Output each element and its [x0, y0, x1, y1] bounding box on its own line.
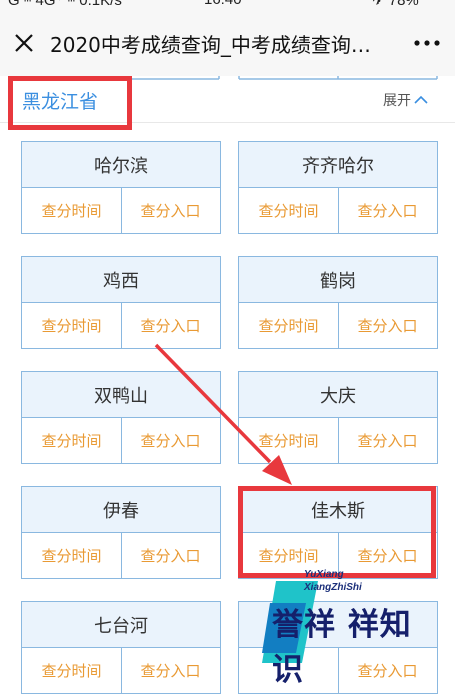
- city-card: 七台河 查分时间 查分入口: [21, 601, 221, 694]
- page-title: 2020中考成绩查询_中考成绩查询…: [50, 33, 371, 57]
- city-name: 七台河: [22, 602, 220, 648]
- score-entry-link[interactable]: 查分入口: [121, 418, 220, 463]
- score-time-link[interactable]: 查分时间: [239, 303, 339, 348]
- score-time-link[interactable]: 查分时间: [22, 303, 122, 348]
- city-name: 哈尔滨: [22, 142, 220, 188]
- score-entry-link[interactable]: 查分入口: [121, 188, 220, 233]
- city-card: 大庆 查分时间 查分入口: [238, 371, 438, 464]
- expand-label: 展开: [383, 93, 411, 109]
- city-name: 鹤岗: [239, 257, 437, 303]
- watermark-line2: XiangZhiShi: [304, 582, 362, 593]
- score-time-link[interactable]: 查分时间: [22, 188, 122, 233]
- city-name: 鸡西: [22, 257, 220, 303]
- score-entry-link[interactable]: 查分入口: [338, 188, 437, 233]
- watermark-text: 誉祥 祥知识: [272, 607, 412, 688]
- score-time-link[interactable]: 查分时间: [22, 533, 122, 578]
- battery-status: ✈ 78%: [372, 0, 419, 9]
- close-icon[interactable]: [12, 31, 36, 55]
- score-entry-link[interactable]: 查分入口: [121, 303, 220, 348]
- score-time-link[interactable]: 查分时间: [239, 418, 339, 463]
- watermark-line1: YuXiang: [304, 569, 344, 580]
- city-card: 伊春 查分时间 查分入口: [21, 486, 221, 579]
- city-name: 佳木斯: [239, 487, 437, 533]
- chevron-up-icon: [414, 95, 428, 104]
- score-entry-link[interactable]: 查分入口: [121, 648, 220, 693]
- city-name: 伊春: [22, 487, 220, 533]
- nav-bar: 2020中考成绩查询_中考成绩查询…: [0, 10, 455, 77]
- province-name[interactable]: 黑龙江省: [22, 87, 98, 114]
- city-name: 大庆: [239, 372, 437, 418]
- previous-section-edge: [21, 76, 438, 80]
- city-name: 双鸭山: [22, 372, 220, 418]
- score-time-link[interactable]: 查分时间: [239, 188, 339, 233]
- score-entry-link[interactable]: 查分入口: [338, 303, 437, 348]
- signal-status: G ᴵᴵᴵ 4G⁺ ᴵᴵᴵ 0.1K/s: [8, 0, 122, 9]
- more-icon[interactable]: [412, 32, 442, 54]
- city-card: 鸡西 查分时间 查分入口: [21, 256, 221, 349]
- city-name: 齐齐哈尔: [239, 142, 437, 188]
- watermark-logo: YuXiang XiangZhiShi 誉祥 祥知识: [262, 563, 442, 688]
- city-card: 哈尔滨 查分时间 查分入口: [21, 141, 221, 234]
- expand-toggle[interactable]: 展开: [383, 90, 428, 110]
- score-entry-link[interactable]: 查分入口: [338, 418, 437, 463]
- city-card: 齐齐哈尔 查分时间 查分入口: [238, 141, 438, 234]
- score-time-link[interactable]: 查分时间: [22, 648, 122, 693]
- status-bar: G ᴵᴵᴵ 4G⁺ ᴵᴵᴵ 0.1K/s 16:40 ✈ 78%: [0, 0, 455, 10]
- clock: 16:40: [204, 0, 242, 8]
- score-time-link[interactable]: 查分时间: [22, 418, 122, 463]
- city-card: 鹤岗 查分时间 查分入口: [238, 256, 438, 349]
- score-entry-link[interactable]: 查分入口: [121, 533, 220, 578]
- city-card: 双鸭山 查分时间 查分入口: [21, 371, 221, 464]
